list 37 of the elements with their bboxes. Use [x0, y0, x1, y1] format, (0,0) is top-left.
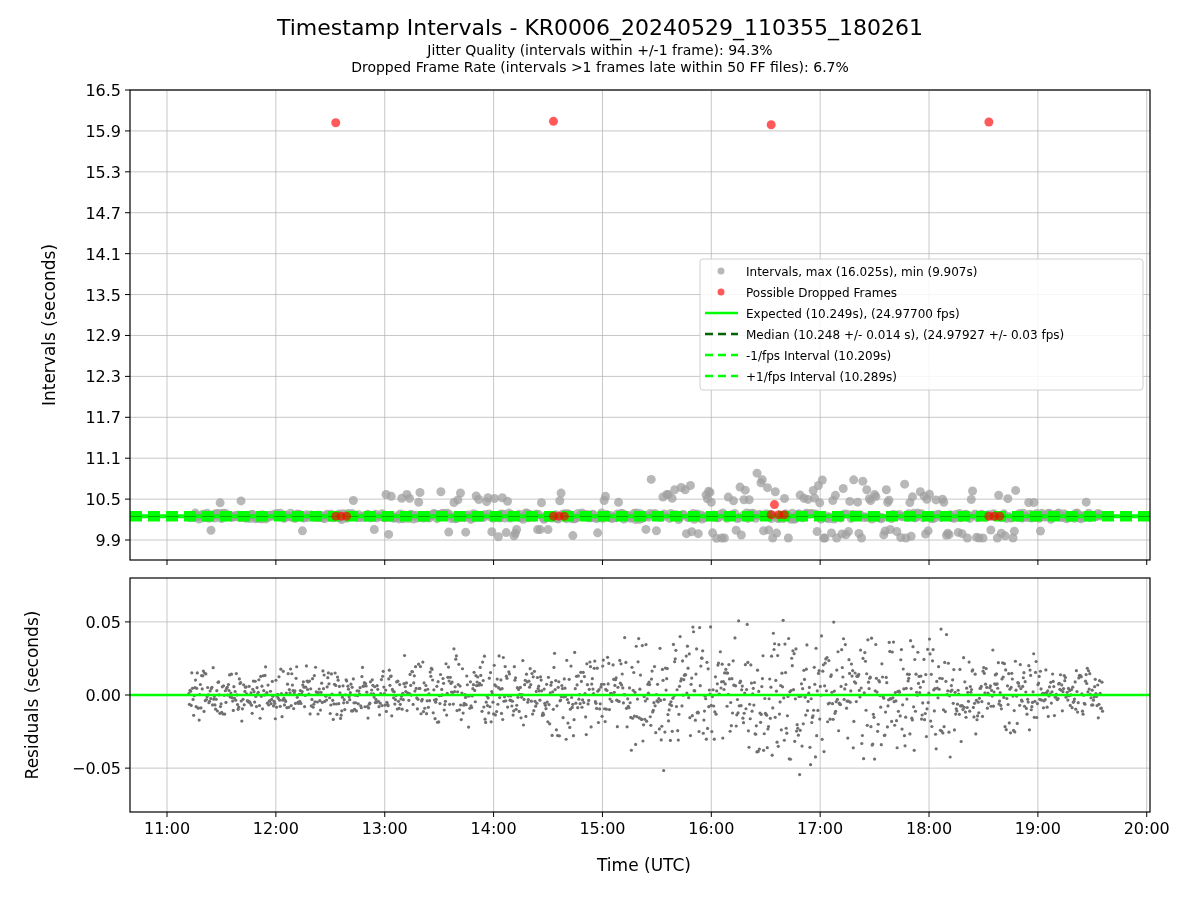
axis-tick-label: 10.5 — [85, 490, 121, 510]
axis-tick-label: −0.05 — [71, 759, 121, 779]
axis-tick-label: 11:00 — [143, 819, 191, 838]
axis-tick-label: 11.1 — [85, 449, 121, 469]
axis-tick-label: 13:00 — [361, 819, 408, 838]
axis-tick-label: 0.00 — [85, 686, 121, 705]
axis-tick-label: 12.3 — [85, 367, 121, 387]
axis-tick-label: 12:00 — [252, 819, 299, 838]
legend-label: Expected (10.249s), (24.97700 fps) — [746, 306, 960, 321]
legend-label: -1/fps Interval (10.209s) — [746, 348, 892, 363]
axis-tick-label: 19:00 — [1014, 819, 1061, 838]
axis-tick-label: 14:00 — [470, 819, 517, 838]
axis-tick-label: 14.7 — [85, 203, 121, 223]
legend-label: Median (10.248 +/- 0.014 s), (24.97927 +/- 0.03 fps) — [746, 327, 1065, 342]
axis-tick-label: 15.9 — [85, 121, 121, 141]
axis-tick-label: 15.3 — [85, 162, 121, 182]
axis-label: Residuals (seconds) — [22, 610, 42, 780]
legend-label: +1/fps Interval (10.289s) — [746, 369, 897, 384]
legend-label: Possible Dropped Frames — [746, 285, 898, 300]
legend-label: Intervals, max (16.025s), min (9.907s) — [746, 264, 978, 279]
axis-label: Intervals (seconds) — [39, 243, 59, 407]
axis-tick-label: 16.5 — [85, 81, 121, 100]
axis-tick-label: 20:00 — [1123, 819, 1170, 838]
axis-tick-label: 14.1 — [85, 244, 121, 264]
figure-subtitle: Dropped Frame Rate (intervals >1 frames late within 50 FF files): 6.7% — [351, 59, 849, 76]
figure-subtitle: Jitter Quality (intervals within +/-1 frame): 94.3% — [427, 42, 773, 59]
axis-tick-label: 18:00 — [905, 819, 953, 838]
axis-tick-label: 9.9 — [95, 531, 121, 550]
figure-title: Timestamp Intervals - KR0006_20240529_110355_180261 — [276, 14, 924, 42]
axis-tick-label: 16:00 — [688, 819, 735, 838]
axis-tick-label: 11.7 — [85, 408, 121, 428]
axis-tick-label: 12.9 — [85, 326, 121, 346]
axis-tick-label: 15:00 — [579, 819, 626, 838]
axis-tick-label: 17:00 — [797, 819, 844, 838]
axis-tick-label: 0.05 — [85, 612, 121, 632]
axis-tick-label: 13.5 — [85, 285, 121, 305]
axis-label: Time (UTC) — [597, 855, 691, 875]
